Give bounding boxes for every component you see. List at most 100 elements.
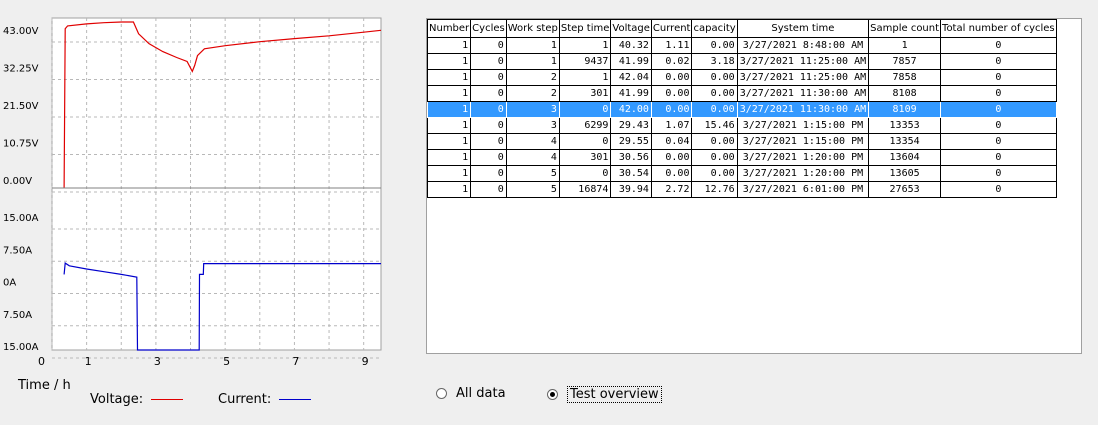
radio-all-data-dot[interactable]: [436, 388, 447, 399]
table-cell: 0: [470, 117, 507, 134]
table-cell: 0.00: [650, 101, 693, 118]
table-cell: 0.04: [650, 133, 693, 150]
table-cell: 0.00: [691, 69, 738, 86]
x-axis-title: Time / h: [18, 378, 71, 393]
table-cell: 0.00: [691, 133, 738, 150]
table-cell: 1: [427, 117, 472, 134]
table-row[interactable]: 1 0 1 9437 41.99 0.02 3.18 3/27/2021 11:25:00 A…: [427, 53, 1057, 70]
table-cell: 42.04: [610, 69, 652, 86]
radio-test-overview-dot[interactable]: [547, 389, 558, 400]
x-tick-label: 9: [362, 355, 369, 368]
x-tick-label: 0: [38, 355, 45, 368]
y-tick-label: 7.50A: [3, 310, 32, 321]
table-cell: 7858: [868, 69, 942, 86]
table-cell: 42.00: [610, 101, 652, 118]
table-cell: 41.99: [610, 53, 652, 70]
table-cell: 3/27/2021 11:25:00 AM: [736, 69, 870, 86]
table-row[interactable]: 1 0 3 6299 29.43 1.07 15.46 3/27/2021 1:15:00 P…: [427, 117, 1057, 134]
column-header[interactable]: Sample count: [868, 19, 942, 38]
table-row[interactable]: 1 0 5 16874 39.94 2.72 12.76 3/27/2021 6:01:00 …: [427, 181, 1057, 198]
table-cell: 3/27/2021 11:30:00 AM: [736, 85, 870, 102]
column-header[interactable]: Work step: [505, 19, 560, 38]
table-cell: 3.18: [691, 53, 738, 70]
table-row[interactable]: 1 0 3 0 42.00 0.00 0.00 3/27/2021 11:30:00 AM 81…: [427, 101, 1057, 118]
table-row[interactable]: 1 0 5 0 30.54 0.00 0.00 3/27/2021 1:20:00 PM 136…: [427, 165, 1057, 182]
legend-current: Current:: [218, 392, 312, 407]
legend-current-label: Current:: [218, 392, 272, 407]
table-cell: 0: [940, 165, 1057, 182]
table-cell: 1.07: [650, 117, 693, 134]
table-row[interactable]: 1 0 2 301 41.99 0.00 0.00 3/27/2021 11:30:00 AM…: [427, 85, 1057, 102]
table-cell: 3/27/2021 8:48:00 AM: [736, 37, 870, 54]
column-header[interactable]: System time: [736, 19, 870, 38]
table-cell: 0: [558, 133, 612, 150]
chart-area: 43.00V 32.25V 21.50V 10.75V 0.00V 15.00A 7.50A…: [3, 17, 382, 368]
table-cell: 13605: [868, 165, 942, 182]
radio-test-overview[interactable]: Test overview: [547, 386, 662, 403]
table-cell: 1: [427, 37, 472, 54]
table-cell: 0: [558, 101, 612, 118]
table-cell: 13353: [868, 117, 942, 134]
table-cell: 0: [470, 165, 507, 182]
table-cell: 0: [940, 133, 1057, 150]
y-tick-label: 7.50A: [3, 245, 32, 256]
column-header[interactable]: Number: [427, 19, 472, 38]
table-cell: 0.00: [691, 37, 738, 54]
table-row[interactable]: 1 0 4 301 30.56 0.00 0.00 3/27/2021 1:20:00 PM 1…: [427, 149, 1057, 166]
legend-voltage: Voltage:: [90, 392, 184, 407]
table-cell: 3/27/2021 1:20:00 PM: [736, 165, 870, 182]
table-row[interactable]: 1 0 4 0 29.55 0.04 0.00 3/27/2021 1:15:00 PM 133…: [427, 133, 1057, 150]
x-tick-label: 7: [292, 355, 299, 368]
table-cell: 0.00: [650, 69, 693, 86]
x-tick-label: 1: [85, 355, 92, 368]
table-cell: 5: [505, 165, 560, 182]
column-header[interactable]: capacity: [691, 19, 738, 38]
table-cell: 1: [427, 85, 472, 102]
table-cell: 16874: [558, 181, 612, 198]
table-cell: 0: [940, 101, 1057, 118]
table-cell: 3/27/2021 11:30:00 AM: [736, 101, 870, 118]
table-cell: 3/27/2021 1:15:00 PM: [736, 133, 870, 150]
table-cell: 29.55: [610, 133, 652, 150]
y-tick-label: 15.00A: [3, 213, 39, 224]
column-header[interactable]: Voltage: [610, 19, 652, 38]
column-header[interactable]: Current: [650, 19, 693, 38]
table-cell: 0: [940, 37, 1057, 54]
table-cell: 0: [470, 149, 507, 166]
table-cell: 39.94: [610, 181, 652, 198]
table-cell: 0.02: [650, 53, 693, 70]
table-cell: 0: [470, 101, 507, 118]
table-cell: 2.72: [650, 181, 693, 198]
table-cell: 0: [940, 53, 1057, 70]
table-cell: 13354: [868, 133, 942, 150]
table-cell: 1: [427, 69, 472, 86]
table-cell: 0: [940, 69, 1057, 86]
table-row[interactable]: 1 0 1 1 40.32 1.11 0.00 3/27/2021 8:48:00 AM 1 0: [427, 37, 1057, 54]
table-row[interactable]: 1 0 2 1 42.04 0.00 0.00 3/27/2021 11:25:00 AM 78…: [427, 69, 1057, 86]
y-tick-label: 0A: [3, 278, 16, 289]
table-cell: 7857: [868, 53, 942, 70]
table-cell: 1: [427, 149, 472, 166]
table-cell: 0: [940, 149, 1057, 166]
radio-all-data[interactable]: All data: [436, 386, 506, 401]
table-cell: 8108: [868, 85, 942, 102]
table-cell: 0.00: [650, 85, 693, 102]
table-cell: 0.00: [650, 165, 693, 182]
column-header[interactable]: Step time: [558, 19, 612, 38]
table-cell: 0: [940, 181, 1057, 198]
column-header[interactable]: Cycles: [470, 19, 507, 38]
table-cell: 0.00: [691, 149, 738, 166]
radio-all-data-label: All data: [456, 386, 506, 401]
table-cell: 5: [505, 181, 560, 198]
table-cell: 30.54: [610, 165, 652, 182]
table-cell: 3/27/2021 11:25:00 AM: [736, 53, 870, 70]
y-tick-label: 32.25V: [3, 64, 39, 75]
table-cell: 1: [505, 37, 560, 54]
table-cell: 4: [505, 133, 560, 150]
table-cell: 41.99: [610, 85, 652, 102]
table-cell: 0: [470, 85, 507, 102]
data-table-panel[interactable]: Number Cycles Work step Step time Voltage Cur…: [426, 18, 1082, 354]
column-header[interactable]: Total number of cycles: [940, 19, 1057, 38]
table-cell: 0: [470, 133, 507, 150]
table-cell: 1: [427, 53, 472, 70]
